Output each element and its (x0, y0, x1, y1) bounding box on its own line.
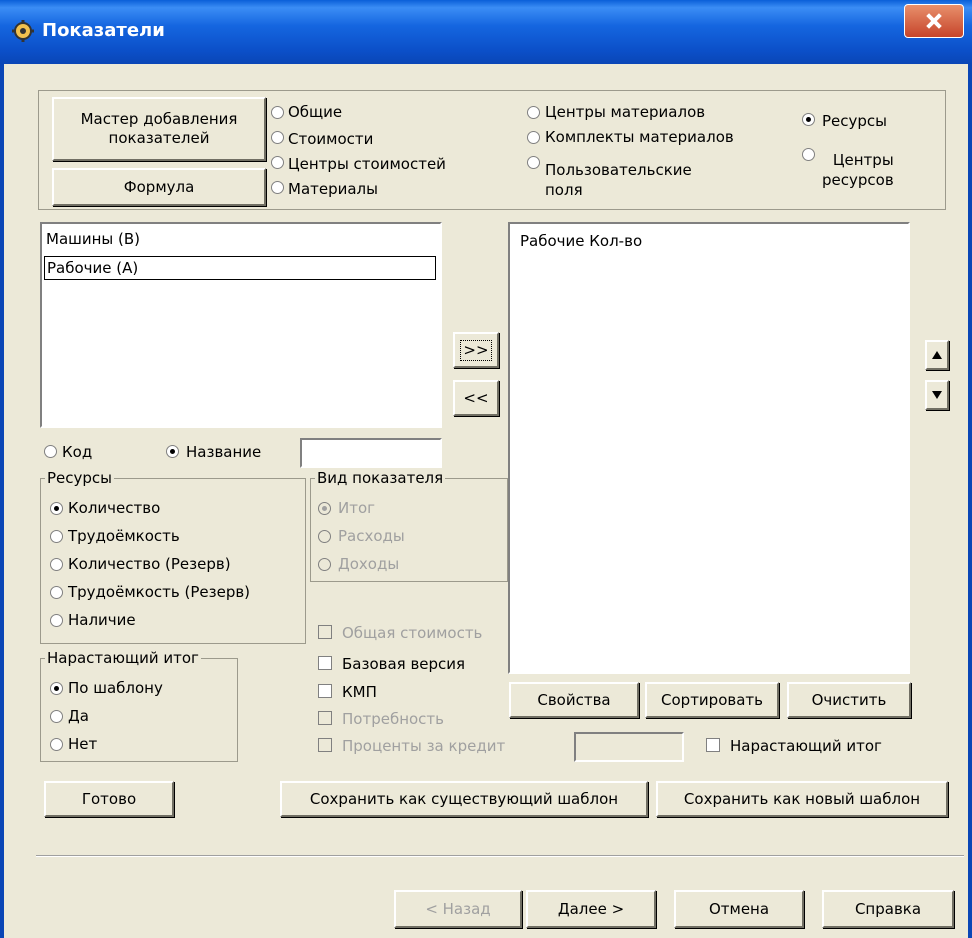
clear-button[interactable]: Очистить (787, 682, 911, 718)
save-existing-template-button[interactable]: Сохранить как существующий шаблон (280, 781, 648, 817)
category-radio-materials[interactable] (271, 181, 284, 194)
category-radio-cost-centers[interactable] (271, 156, 284, 169)
sort-radio-name[interactable] (166, 445, 179, 458)
next-button[interactable]: Далее > (526, 890, 656, 928)
remove-indicator-button[interactable]: << (453, 380, 499, 416)
resource-radio-labor-reserve[interactable] (50, 586, 63, 599)
cumulative-radio-no[interactable] (50, 738, 63, 751)
save-new-template-button[interactable]: Сохранить как новый шаблон (656, 781, 948, 817)
indicator-label-expenses: Расходы (338, 527, 405, 545)
sort-radio-code[interactable] (44, 445, 57, 458)
category-radio-material-centers[interactable] (527, 106, 540, 119)
move-down-button[interactable] (925, 380, 949, 410)
help-button[interactable]: Справка (822, 890, 954, 928)
list-item[interactable]: Машины (B) (46, 230, 140, 248)
category-radio-material-kits[interactable] (527, 131, 540, 144)
sort-label-code: Код (62, 443, 93, 461)
window-frame-right (968, 64, 972, 938)
indicator-radio-total[interactable] (318, 502, 331, 515)
category-label-material-kits: Комплекты материалов (545, 128, 734, 146)
cancel-button[interactable]: Отмена (674, 890, 804, 928)
category-radio-costs[interactable] (271, 131, 284, 144)
indicator-label-income: Доходы (338, 555, 400, 573)
resource-label-quantity-reserve: Количество (Резерв) (68, 555, 231, 573)
cumulative-radio-template[interactable] (50, 682, 63, 695)
filter-input[interactable] (300, 438, 442, 468)
resource-radio-labor[interactable] (50, 530, 63, 543)
checkbox-demand[interactable] (318, 711, 332, 725)
move-up-button[interactable] (925, 340, 949, 370)
indicator-label-total: Итог (338, 499, 376, 517)
category-radio-resource-centers[interactable] (802, 148, 815, 161)
close-icon[interactable] (904, 4, 964, 38)
add-indicator-button[interactable]: >> (453, 332, 499, 368)
category-label-material-centers: Центры материалов (545, 103, 706, 121)
category-label-resources: Ресурсы (822, 112, 888, 130)
window-title: Показатели (42, 20, 165, 41)
resource-radio-availability[interactable] (50, 614, 63, 627)
category-radio-general[interactable] (271, 106, 284, 119)
indicator-radio-expenses[interactable] (318, 530, 331, 543)
resource-radio-quantity[interactable] (50, 502, 63, 515)
checkbox-label-cumulative-total: Нарастающий итог (730, 737, 882, 755)
checkbox-label-demand: Потребность (342, 710, 445, 728)
category-radio-custom-fields[interactable] (527, 156, 540, 169)
resource-radio-quantity-reserve[interactable] (50, 558, 63, 571)
formula-button[interactable]: Формула (52, 168, 266, 206)
window-frame-left (0, 64, 4, 938)
category-label-resource-centers: Центры ресурсов (822, 151, 894, 189)
list-item-selected[interactable]: Рабочие (A) (44, 256, 436, 280)
indicator-type-title: Вид показателя (317, 469, 444, 487)
sort-button[interactable]: Сортировать (645, 682, 779, 718)
category-label-cost-centers: Центры стоимостей (288, 155, 446, 173)
arrow-up-icon (932, 351, 942, 359)
properties-button[interactable]: Свойства (509, 682, 639, 718)
wizard-button[interactable]: Мастер добавления показателей (52, 97, 266, 161)
checkbox-cumulative-total[interactable] (706, 738, 720, 752)
checkbox-baseline[interactable] (318, 656, 332, 670)
cumulative-label-no: Нет (68, 735, 98, 753)
checkbox-label-total-cost: Общая стоимость (342, 624, 483, 642)
resource-label-labor-reserve: Трудоёмкость (Резерв) (68, 583, 251, 601)
category-label-costs: Стоимости (288, 130, 374, 148)
checkbox-total-cost[interactable] (318, 625, 332, 639)
available-list[interactable]: Машины (B) Рабочие (A) (40, 222, 442, 428)
category-label-custom-fields: Пользовательские поля (545, 161, 692, 199)
back-button[interactable]: < Назад (394, 890, 522, 928)
cumulative-label-template: По шаблону (68, 679, 163, 697)
list-item[interactable]: Рабочие Кол-во (520, 232, 642, 250)
category-radio-resources[interactable] (802, 113, 815, 126)
resource-label-labor: Трудоёмкость (68, 527, 180, 545)
category-label-general: Общие (288, 103, 343, 121)
checkbox-label-kmp: КМП (342, 683, 377, 701)
done-button[interactable]: Готово (44, 781, 174, 817)
separator (36, 855, 964, 857)
checkbox-credit-interest[interactable] (318, 738, 332, 752)
credit-percent-input (574, 732, 684, 762)
checkbox-label-baseline: Базовая версия (342, 655, 466, 673)
resource-label-quantity: Количество (68, 499, 161, 517)
cumulative-radio-yes[interactable] (50, 710, 63, 723)
category-label-materials: Материалы (288, 180, 378, 198)
checkbox-kmp[interactable] (318, 684, 332, 698)
selected-list[interactable]: Рабочие Кол-во (508, 222, 910, 674)
add-button-label: >> (460, 339, 492, 361)
cumulative-label-yes: Да (68, 707, 89, 725)
checkbox-label-credit-interest: Проценты за кредит (342, 737, 506, 755)
app-gear-icon (12, 20, 34, 42)
resource-label-availability: Наличие (68, 611, 136, 629)
cumulative-group-title: Нарастающий итог (47, 649, 199, 667)
sort-label-name: Название (186, 443, 262, 461)
indicator-radio-income[interactable] (318, 558, 331, 571)
resources-group-title: Ресурсы (47, 469, 113, 487)
arrow-down-icon (932, 391, 942, 399)
